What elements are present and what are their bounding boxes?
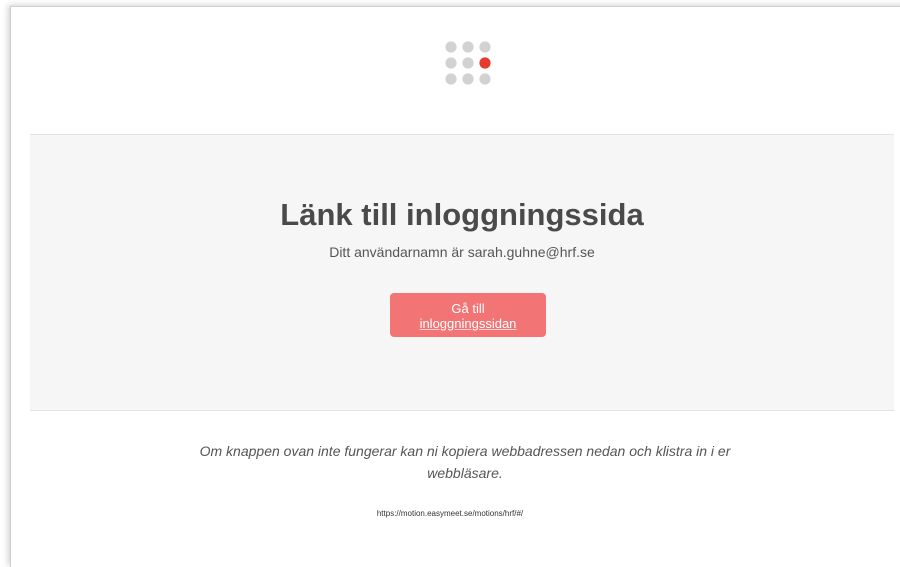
- fallback-url-link[interactable]: https://motion.easymeet.se/motions/hrf/#…: [0, 509, 900, 518]
- help-text-line2: webbläsare.: [427, 465, 503, 481]
- username-text: Ditt användarnamn är sarah.guhne@hrf.se: [329, 244, 595, 260]
- login-link-panel: Länk till inloggningssida Ditt användarn…: [30, 135, 894, 411]
- help-text: Om knappen ovan inte fungerar kan ni kop…: [160, 440, 770, 484]
- go-to-login-button-label-line2: inloggningssidan: [419, 316, 517, 331]
- go-to-login-button[interactable]: Gå till inloggningssidan: [390, 293, 546, 337]
- page-title: Länk till inloggningssida: [280, 197, 644, 232]
- go-to-login-button-label-line1: Gå till: [451, 301, 485, 316]
- help-text-line1: Om knappen ovan inte fungerar kan ni kop…: [199, 443, 731, 459]
- dot-grid-logo-icon: [444, 40, 494, 90]
